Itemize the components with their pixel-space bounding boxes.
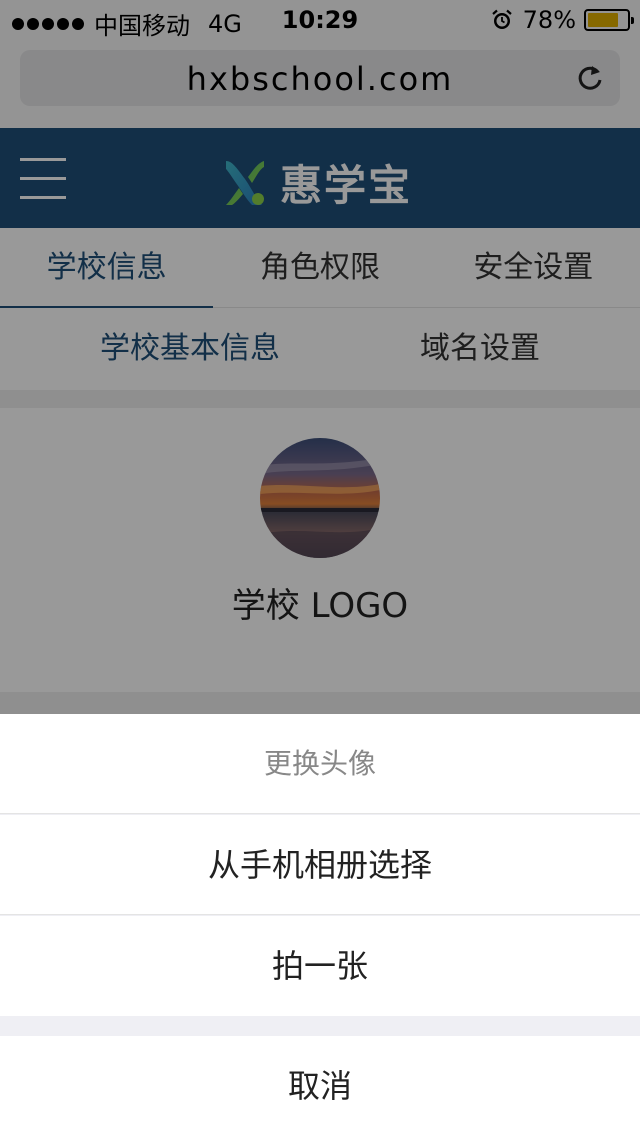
take-photo-button[interactable]: 拍一张	[0, 916, 640, 1016]
action-sheet-title: 更换头像	[0, 714, 640, 814]
page: 中国移动 4G 10:29 78% hxbschool.com 惠学宝 学校信息…	[0, 0, 640, 1136]
modal-backdrop[interactable]	[0, 0, 640, 714]
cancel-button[interactable]: 取消	[0, 1036, 640, 1136]
action-sheet: 更换头像 从手机相册选择 拍一张 取消	[0, 714, 640, 1136]
choose-from-album-button[interactable]: 从手机相册选择	[0, 815, 640, 915]
